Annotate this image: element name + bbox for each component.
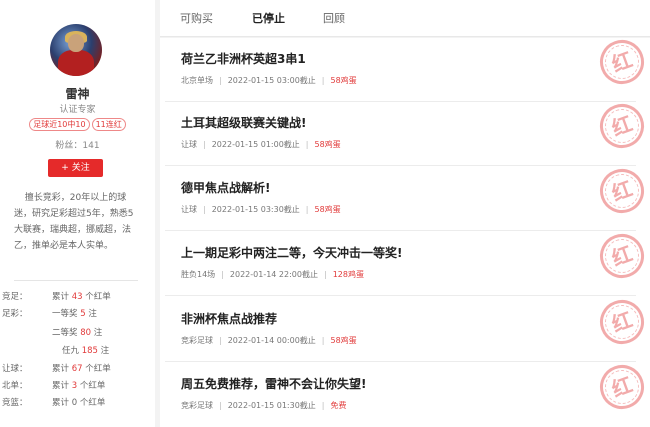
stat-value: 累计 3 个红单 bbox=[52, 381, 106, 391]
article-list: 荷兰乙非洲杯英超3串1 北京单场 | 2022-01-15 03:00截止 | 58鸡蛋… bbox=[160, 33, 650, 427]
stat-label: 足彩： bbox=[2, 309, 28, 319]
expert-name: 雷神 bbox=[65, 87, 90, 101]
item-title[interactable]: 土耳其超级联赛关键战! bbox=[181, 114, 306, 131]
stat-row: 竞篮： 累计 0 个红单 bbox=[0, 396, 155, 410]
list-item[interactable]: 非洲杯焦点战推荐 竞彩足球 | 2022-01-14 00:00截止 | 58鸡蛋 红 bbox=[160, 293, 650, 362]
stat-row: 任九 185 注 bbox=[0, 344, 155, 358]
divider bbox=[165, 361, 636, 362]
item-title[interactable]: 上一期足彩中两注二等，今天冲击一等奖! bbox=[181, 244, 402, 261]
win-stamp-icon: 红 bbox=[593, 33, 650, 91]
stat-value: 一等奖 5 注 bbox=[52, 309, 97, 319]
page: 雷神 认证专家 足球近10中10 11连红 粉丝：141 + 关注 擅长竞彩，2… bbox=[0, 0, 650, 427]
follow-button[interactable]: + 关注 bbox=[48, 159, 103, 177]
fans-count: 粉丝：141 bbox=[55, 141, 100, 151]
divider bbox=[165, 230, 636, 231]
item-meta: 竞彩足球 | 2022-01-15 01:30截止 | 免费 bbox=[181, 401, 347, 410]
item-meta: 让球 | 2022-01-15 03:30截止 | 58鸡蛋 bbox=[181, 205, 341, 214]
profile-sidebar: 雷神 认证专家 足球近10中10 11连红 粉丝：141 + 关注 擅长竞彩，2… bbox=[0, 0, 155, 427]
expert-role: 认证专家 bbox=[59, 105, 96, 115]
stat-row: 足彩： 一等奖 5 注 bbox=[0, 307, 155, 321]
expert-bio: 擅长竞彩，20年以上的球迷，研究足彩超过5年，熟悉5大联赛，瑞典超，挪威超，法乙… bbox=[14, 193, 134, 251]
win-stamp-icon: 红 bbox=[593, 227, 650, 285]
stat-value: 二等奖 80 注 bbox=[52, 328, 103, 338]
avatar-cape bbox=[58, 50, 94, 76]
divider bbox=[165, 165, 636, 166]
tab-purchasable[interactable]: 可购买 bbox=[180, 10, 213, 26]
item-title[interactable]: 非洲杯焦点战推荐 bbox=[181, 310, 277, 327]
win-stamp-icon: 红 bbox=[593, 358, 650, 416]
stat-value: 任九 185 注 bbox=[62, 346, 110, 356]
item-title[interactable]: 周五免费推荐，雷神不会让你失望! bbox=[181, 375, 366, 392]
list-item[interactable]: 德甲焦点战解析! 让球 | 2022-01-15 03:30截止 | 58鸡蛋 红 bbox=[160, 162, 650, 231]
list-item[interactable]: 土耳其超级联赛关键战! 让球 | 2022-01-15 01:00截止 | 58鸡蛋 红 bbox=[160, 97, 650, 166]
list-item[interactable]: 荷兰乙非洲杯英超3串1 北京单场 | 2022-01-15 03:00截止 | 58鸡蛋… bbox=[160, 33, 650, 102]
divider bbox=[165, 295, 636, 296]
item-meta: 北京单场 | 2022-01-15 03:00截止 | 58鸡蛋 bbox=[181, 76, 357, 85]
stat-row: 竞足： 累计 43 个红单 bbox=[0, 290, 155, 304]
tab-review[interactable]: 回顾 bbox=[323, 10, 345, 26]
divider bbox=[14, 280, 138, 281]
achievement-tags: 足球近10中10 11连红 bbox=[0, 118, 155, 131]
stat-row: 二等奖 80 注 bbox=[0, 326, 155, 340]
win-stamp-icon: 红 bbox=[593, 293, 650, 351]
list-item[interactable]: 上一期足彩中两注二等，今天冲击一等奖! 胜负14场 | 2022-01-14 22:… bbox=[160, 227, 650, 296]
win-stamp-icon: 红 bbox=[593, 162, 650, 220]
stat-row: 北单： 累计 3 个红单 bbox=[0, 379, 155, 393]
stat-label: 竞篮： bbox=[2, 398, 28, 408]
stat-value: 累计 0 个红单 bbox=[52, 398, 106, 408]
avatar-head bbox=[68, 34, 84, 52]
tab-bar: 可购买 已停止 回顾 bbox=[160, 0, 650, 37]
stat-label: 北单： bbox=[2, 381, 28, 391]
stat-label: 竞足： bbox=[2, 292, 28, 302]
item-meta: 胜负14场 | 2022-01-14 22:00截止 | 128鸡蛋 bbox=[181, 270, 364, 279]
tag-streak: 足球近10中10 bbox=[29, 118, 90, 131]
avatar[interactable] bbox=[50, 24, 102, 76]
stat-label: 让球： bbox=[2, 364, 28, 374]
stat-row: 让球： 累计 67 个红单 bbox=[0, 362, 155, 376]
list-item[interactable]: 周五免费推荐，雷神不会让你失望! 竞彩足球 | 2022-01-15 01:30截止… bbox=[160, 358, 650, 427]
tab-stopped[interactable]: 已停止 bbox=[252, 10, 285, 26]
stat-value: 累计 43 个红单 bbox=[52, 292, 111, 302]
item-meta: 竞彩足球 | 2022-01-14 00:00截止 | 58鸡蛋 bbox=[181, 336, 357, 345]
stat-value: 累计 67 个红单 bbox=[52, 364, 111, 374]
item-title[interactable]: 荷兰乙非洲杯英超3串1 bbox=[181, 50, 306, 67]
item-meta: 让球 | 2022-01-15 01:00截止 | 58鸡蛋 bbox=[181, 140, 341, 149]
item-title[interactable]: 德甲焦点战解析! bbox=[181, 179, 270, 196]
win-stamp-icon: 红 bbox=[593, 97, 650, 155]
tag-wins: 11连红 bbox=[91, 118, 126, 131]
